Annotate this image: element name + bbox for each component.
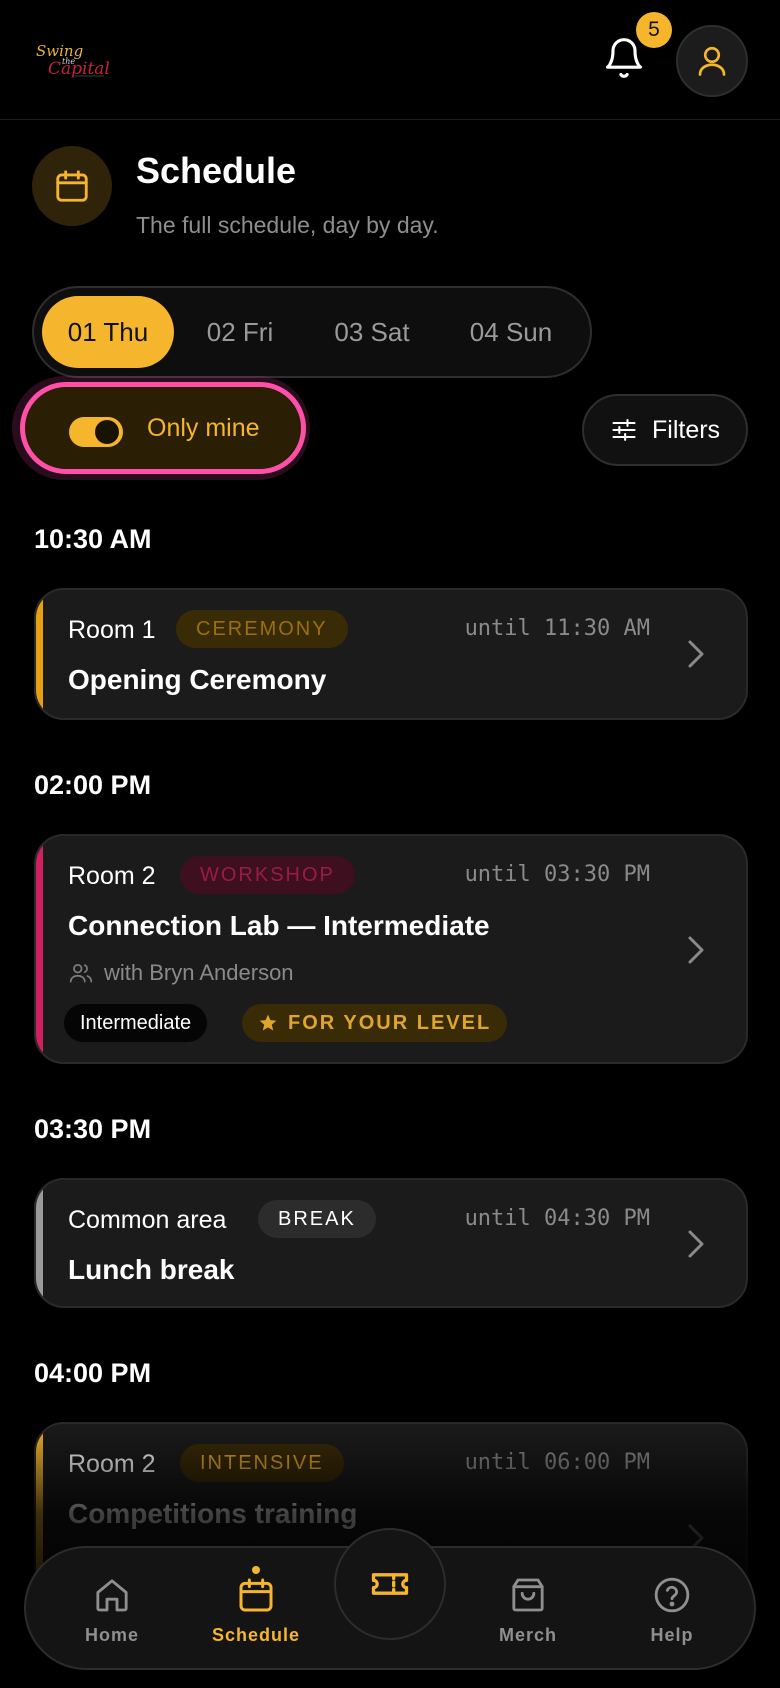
nav-merch-label: Merch bbox=[498, 1624, 557, 1645]
event-card-lunch-break[interactable]: Common area BREAK until 04:30 PM Lunch b… bbox=[34, 1178, 748, 1308]
presenter-name: with Bryn Anderson bbox=[104, 960, 294, 985]
event-room: Room 2 bbox=[68, 1450, 156, 1478]
svg-text:Swing: Swing bbox=[36, 42, 83, 60]
event-card-opening-ceremony[interactable]: Room 1 CEREMONY until 11:30 AM Opening C… bbox=[34, 588, 748, 720]
for-your-level-label: FOR YOUR LEVEL bbox=[288, 1011, 492, 1034]
time-header: 02:00 PM bbox=[34, 770, 152, 800]
schedule-title-icon-wrap bbox=[32, 146, 112, 226]
day-tab-fri[interactable]: 02 Fri bbox=[174, 296, 306, 368]
nav-schedule-label: Schedule bbox=[211, 1624, 301, 1645]
day-tab-sat[interactable]: 03 Sat bbox=[306, 296, 438, 368]
event-title: Competitions training bbox=[68, 1498, 358, 1529]
event-accent-bar bbox=[36, 836, 43, 1062]
nav-help-label: Help bbox=[650, 1624, 694, 1645]
shopping-bag-icon bbox=[512, 1578, 544, 1611]
event-end-time: until 06:00 PM bbox=[464, 1450, 650, 1475]
filters-label: Filters bbox=[652, 415, 721, 444]
day-tabs: 01 Thu 02 Fri 03 Sat 04 Sun bbox=[32, 286, 592, 378]
page-title: Schedule bbox=[136, 150, 297, 191]
calendar-icon bbox=[56, 170, 88, 202]
event-accent-bar bbox=[36, 590, 43, 718]
chevron-right-icon bbox=[688, 640, 704, 668]
event-title: Opening Ceremony bbox=[68, 664, 327, 695]
event-room: Common area bbox=[68, 1206, 227, 1234]
event-end-time: until 04:30 PM bbox=[464, 1206, 650, 1231]
star-icon bbox=[259, 1014, 277, 1031]
home-icon bbox=[96, 1578, 128, 1611]
event-accent-bar bbox=[36, 1180, 43, 1306]
users-icon bbox=[69, 964, 93, 983]
nav-schedule[interactable]: Schedule bbox=[196, 1548, 316, 1672]
event-title: Connection Lab — Intermediate bbox=[68, 910, 490, 941]
time-header: 03:30 PM bbox=[34, 1114, 152, 1144]
calendar-icon bbox=[239, 1578, 273, 1611]
notifications-button[interactable] bbox=[602, 36, 646, 84]
profile-button[interactable] bbox=[676, 25, 748, 97]
event-title: Lunch break bbox=[68, 1254, 235, 1285]
time-header: 04:00 PM bbox=[34, 1358, 152, 1388]
nav-help[interactable]: Help bbox=[612, 1548, 732, 1672]
day-tab-sun[interactable]: 04 Sun bbox=[438, 296, 584, 368]
help-circle-icon bbox=[654, 1577, 690, 1612]
time-header: 10:30 AM bbox=[34, 524, 152, 554]
event-type-tag: CEREMONY bbox=[176, 610, 348, 648]
app-header: Swing the Capital 5 bbox=[0, 0, 780, 120]
event-type-tag: BREAK bbox=[258, 1200, 376, 1238]
sliders-icon bbox=[612, 419, 636, 441]
toggle-switch[interactable] bbox=[69, 417, 123, 447]
toggle-knob bbox=[95, 420, 119, 444]
nav-merch[interactable]: Merch bbox=[468, 1548, 588, 1672]
only-mine-toggle[interactable]: Only mine bbox=[20, 382, 306, 474]
day-tab-thu[interactable]: 01 Thu bbox=[42, 296, 174, 368]
notification-badge: 5 bbox=[636, 12, 672, 48]
active-indicator-dot bbox=[252, 1566, 260, 1574]
page-subtitle: The full schedule, day by day. bbox=[136, 212, 439, 238]
event-presenter: with Bryn Anderson bbox=[68, 960, 294, 986]
brand-logo[interactable]: Swing the Capital bbox=[34, 40, 114, 80]
nav-home[interactable]: Home bbox=[52, 1548, 172, 1672]
for-your-level-pill: FOR YOUR LEVEL bbox=[242, 1004, 508, 1042]
filters-button[interactable]: Filters bbox=[582, 394, 748, 466]
ticket-button[interactable] bbox=[334, 1528, 446, 1640]
event-type-tag: WORKSHOP bbox=[180, 856, 355, 894]
event-room: Room 2 bbox=[68, 862, 156, 890]
nav-home-label: Home bbox=[84, 1624, 139, 1645]
event-type-tag: INTENSIVE bbox=[180, 1444, 344, 1482]
ticket-icon bbox=[371, 1573, 409, 1595]
only-mine-label: Only mine bbox=[147, 414, 260, 442]
user-icon bbox=[698, 46, 726, 76]
level-pill: Intermediate bbox=[64, 1004, 208, 1042]
event-end-time: until 03:30 PM bbox=[464, 862, 650, 887]
event-end-time: until 11:30 AM bbox=[464, 616, 650, 641]
chevron-right-icon bbox=[688, 1230, 704, 1258]
bell-icon bbox=[605, 38, 643, 78]
chevron-right-icon bbox=[688, 936, 704, 964]
event-card-connection-lab[interactable]: Room 2 WORKSHOP until 03:30 PM Connectio… bbox=[34, 834, 748, 1064]
event-room: Room 1 bbox=[68, 616, 156, 644]
